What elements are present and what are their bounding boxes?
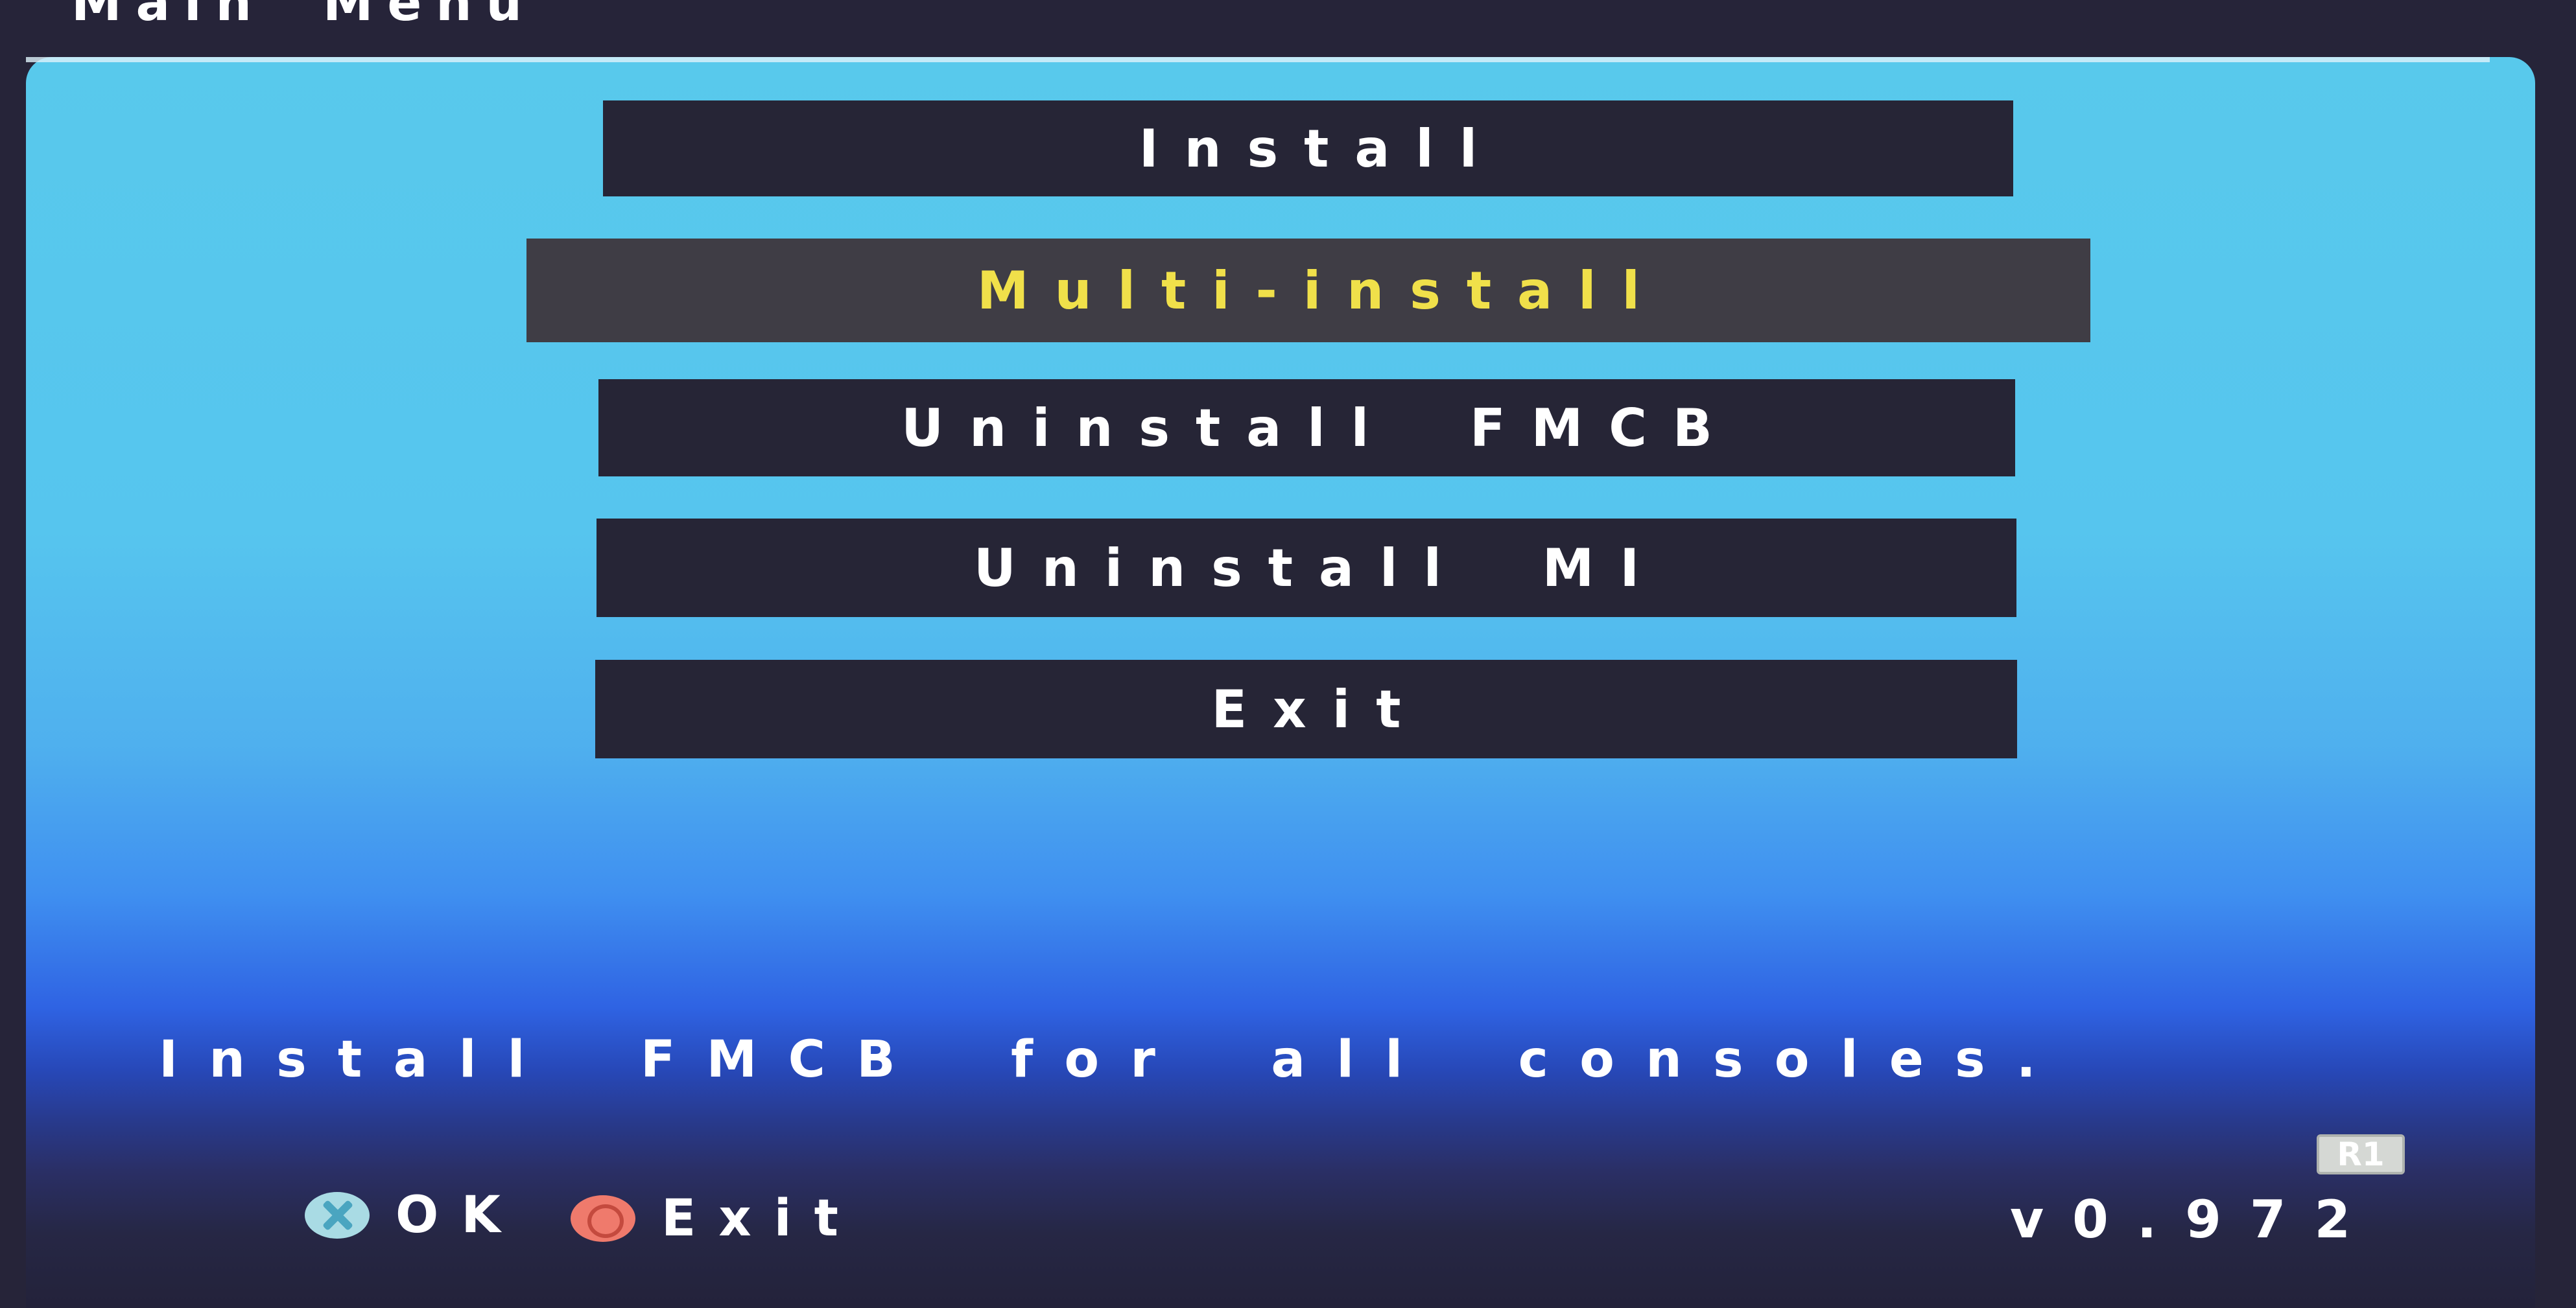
item-description: Install FMCB for all consoles. <box>159 1031 2067 1089</box>
circle-button-icon <box>571 1195 635 1242</box>
cross-button-icon <box>305 1192 370 1239</box>
exit-hint-button[interactable]: Exit <box>571 1189 861 1248</box>
menu-item-exit[interactable]: Exit <box>595 660 2017 758</box>
r1-label: R1 <box>2337 1136 2385 1173</box>
menu-item-multi-install[interactable]: Multi-install <box>526 239 2090 342</box>
menu-item-uninstall-fmcb[interactable]: Uninstall FMCB <box>598 379 2015 476</box>
r1-button-icon[interactable]: R1 <box>2317 1134 2405 1174</box>
menu-item-label: Uninstall FMCB <box>901 397 1738 458</box>
screen-top-divider <box>26 57 2490 62</box>
version-label: v0.972 <box>2010 1189 2380 1250</box>
tv-frame: Main Menu Install Multi-install Uninstal… <box>0 0 2576 1308</box>
menu-item-label: Exit <box>1211 679 1427 740</box>
page-title: Main Menu <box>71 0 536 32</box>
menu-item-install[interactable]: Install <box>603 100 2013 196</box>
exit-label: Exit <box>661 1189 862 1248</box>
menu-item-uninstall-mi[interactable]: Uninstall MI <box>597 519 2016 617</box>
menu-item-label: Uninstall MI <box>973 537 1666 598</box>
menu-item-label: Install <box>1139 118 1504 179</box>
menu-item-label: Multi-install <box>977 260 1666 321</box>
ok-label: OK <box>396 1186 523 1244</box>
ok-button[interactable]: OK <box>305 1186 523 1244</box>
